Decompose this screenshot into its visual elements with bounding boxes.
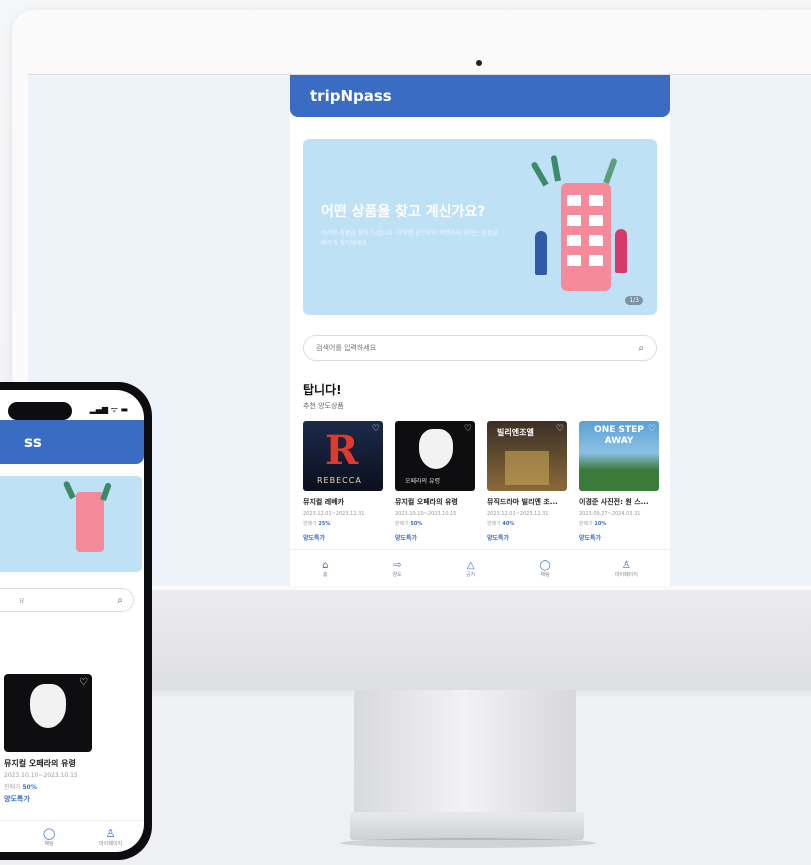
dynamic-island	[8, 402, 72, 420]
poster-text: 빌리엔조엘	[497, 428, 534, 437]
mockup-stage: tripNpass 어떤 상품을 찾고 계신가요? 여러분 상품을 찾아 드립니…	[0, 0, 811, 865]
card-discount: 판매가 40%	[487, 521, 515, 527]
phone-bottom-nav: ⇦공지 ◯채팅 ♙마이페이지	[0, 820, 144, 852]
banner-title: 어떤 상품을 찾고 계신가요?	[321, 204, 486, 220]
leaf-decoration	[603, 157, 618, 185]
nav-chat[interactable]: ◯ 채팅	[539, 560, 550, 578]
card-tag: 양도특가	[395, 535, 418, 542]
stand-shadow	[340, 838, 596, 848]
heart-icon[interactable]: ♡	[372, 424, 380, 434]
mask-illustration	[419, 429, 453, 469]
app-header: tripNpass	[290, 75, 670, 117]
heart-icon[interactable]: ♡	[648, 424, 656, 434]
card-title: 이경준 사진전: 원 스...	[579, 498, 649, 506]
heart-icon[interactable]: ♡	[464, 424, 472, 434]
ticket-icon: ⇨	[393, 559, 402, 571]
nav-mypage[interactable]: ♙ 마이페이지	[615, 560, 638, 578]
card-tag: 양도특가	[487, 535, 510, 542]
search-icon[interactable]: ⌕	[638, 343, 644, 354]
brand-logo-partial[interactable]: ss	[24, 433, 42, 451]
leaf-decoration	[550, 154, 561, 182]
search-bar[interactable]: ⌕	[303, 335, 657, 361]
home-icon: ⌂	[322, 559, 329, 571]
poster-text: ONE STEP AWAY	[594, 425, 644, 446]
section-title: 탑니다!	[303, 383, 342, 397]
card-discount: 판매가 25%	[303, 521, 331, 527]
monitor-stand-foot	[350, 812, 584, 840]
nav-notice[interactable]: △ 공지	[466, 560, 475, 578]
card-tag: 양도특가	[579, 535, 602, 542]
card-tag: 양도특가	[4, 795, 30, 803]
monitor-stand	[354, 690, 576, 816]
product-poster[interactable]: R REBECCA ♡	[303, 421, 383, 491]
web-app: tripNpass 어떤 상품을 찾고 계신가요? 여러분 상품을 찾아 드립니…	[290, 75, 670, 586]
leaf-decoration	[62, 480, 76, 500]
search-icon[interactable]: ⌕	[117, 595, 123, 606]
section-subtitle: 추천 양도상품	[303, 402, 344, 410]
nav-mypage[interactable]: ♙ 마이페이지	[99, 827, 122, 847]
card-title: 뮤지컬 레베카	[303, 498, 345, 506]
card-discount: 판매가 50%	[4, 784, 37, 791]
leaf-decoration	[100, 482, 112, 502]
card-title: 뮤지컬 오페라의 유령	[4, 759, 76, 768]
bell-icon: △	[466, 559, 475, 571]
person-illustration	[615, 229, 627, 273]
product-poster[interactable]: 빌리엔조엘 ♡	[487, 421, 567, 491]
product-card[interactable]: R REBECCA ♡ 뮤지컬 레베카 2023.12.01~2023.12.3…	[303, 421, 383, 542]
card-date: 2023.12.01~2023.12.31	[487, 511, 549, 517]
banner-description: 여러분 상품을 찾아 드립니다. 다양한 공연부터 여행까지 원하는 상품을 빠…	[321, 230, 499, 247]
heart-icon[interactable]: ♡	[556, 424, 564, 434]
hero-banner[interactable]: 어떤 상품을 찾고 계신가요? 여러분 상품을 찾아 드립니다. 다양한 공연부…	[303, 139, 657, 315]
product-poster[interactable]: ONE STEP AWAY ♡	[579, 421, 659, 491]
smartphone: ▂▄▆ ᯤ ▬ ss 요 ⌕ ♡ 31 뮤지컬 오페라의 유령 2023.10.…	[0, 382, 152, 860]
mask-illustration	[30, 684, 66, 728]
user-icon: ♙	[105, 826, 116, 840]
nav-chat[interactable]: ◯ 채팅	[43, 827, 55, 847]
card-date: 2023.12.01~2023.12.31	[303, 511, 365, 517]
poster-text: REBECCA	[317, 476, 362, 485]
banner-pagination: 1/3	[625, 296, 643, 305]
phone-illustration	[561, 183, 611, 291]
search-input[interactable]	[316, 344, 639, 352]
phone-search-placeholder: 요	[19, 597, 25, 605]
webcam	[476, 60, 482, 66]
phone-illustration	[76, 492, 104, 552]
product-card[interactable]: 빌리엔조엘 ♡ 뮤직드라마 빌리엔 조... 2023.12.01~2023.1…	[487, 421, 567, 542]
card-tag: 양도특가	[303, 535, 326, 542]
heart-icon[interactable]: ♡	[79, 677, 88, 688]
card-date: 2023.10.10~2023.10.15	[395, 511, 457, 517]
bottom-nav: ⌂ 홈 ⇨ 양도 △ 공지 ◯ 채팅 ♙ 마이페이지	[290, 549, 670, 586]
card-discount: 판매가 10%	[579, 521, 607, 527]
phone-screen: ▂▄▆ ᯤ ▬ ss 요 ⌕ ♡ 31 뮤지컬 오페라의 유령 2023.10.…	[0, 390, 144, 852]
card-title: 뮤지컬 오페라의 유령	[395, 498, 458, 506]
product-card[interactable]: 오페라의 유령 ♡ 뮤지컬 오페라의 유령 2023.10.10~2023.10…	[395, 421, 475, 542]
phone-app-header: ss	[0, 420, 144, 464]
person-illustration	[535, 231, 547, 275]
card-title: 뮤직드라마 빌리엔 조...	[487, 498, 558, 506]
card-date: 2023.09.27~2024.03.31	[579, 511, 641, 517]
product-card[interactable]: ONE STEP AWAY ♡ 이경준 사진전: 원 스... 2023.09.…	[579, 421, 659, 542]
card-discount: 판매가 50%	[395, 521, 423, 527]
brand-logo[interactable]: tripNpass	[310, 87, 392, 105]
chat-icon: ◯	[539, 559, 551, 571]
card-date: 2023.10.10~2023.10.15	[4, 772, 78, 779]
leaf-decoration	[530, 160, 549, 187]
status-bar-icons: ▂▄▆ ᯤ ▬	[89, 405, 128, 414]
chat-icon: ◯	[42, 826, 56, 840]
product-card-list: R REBECCA ♡ 뮤지컬 레베카 2023.12.01~2023.12.3…	[303, 421, 659, 542]
poster-text: 오페라의 유령	[405, 478, 441, 485]
phone-search-bar[interactable]: 요 ⌕	[0, 588, 134, 612]
product-poster[interactable]: 오페라의 유령 ♡	[395, 421, 475, 491]
product-poster[interactable]: ♡	[4, 674, 92, 752]
phone-hero-banner[interactable]	[0, 476, 142, 572]
nav-transfer[interactable]: ⇨ 양도	[393, 560, 402, 578]
user-icon: ♙	[621, 559, 631, 571]
nav-home[interactable]: ⌂ 홈	[322, 560, 328, 578]
